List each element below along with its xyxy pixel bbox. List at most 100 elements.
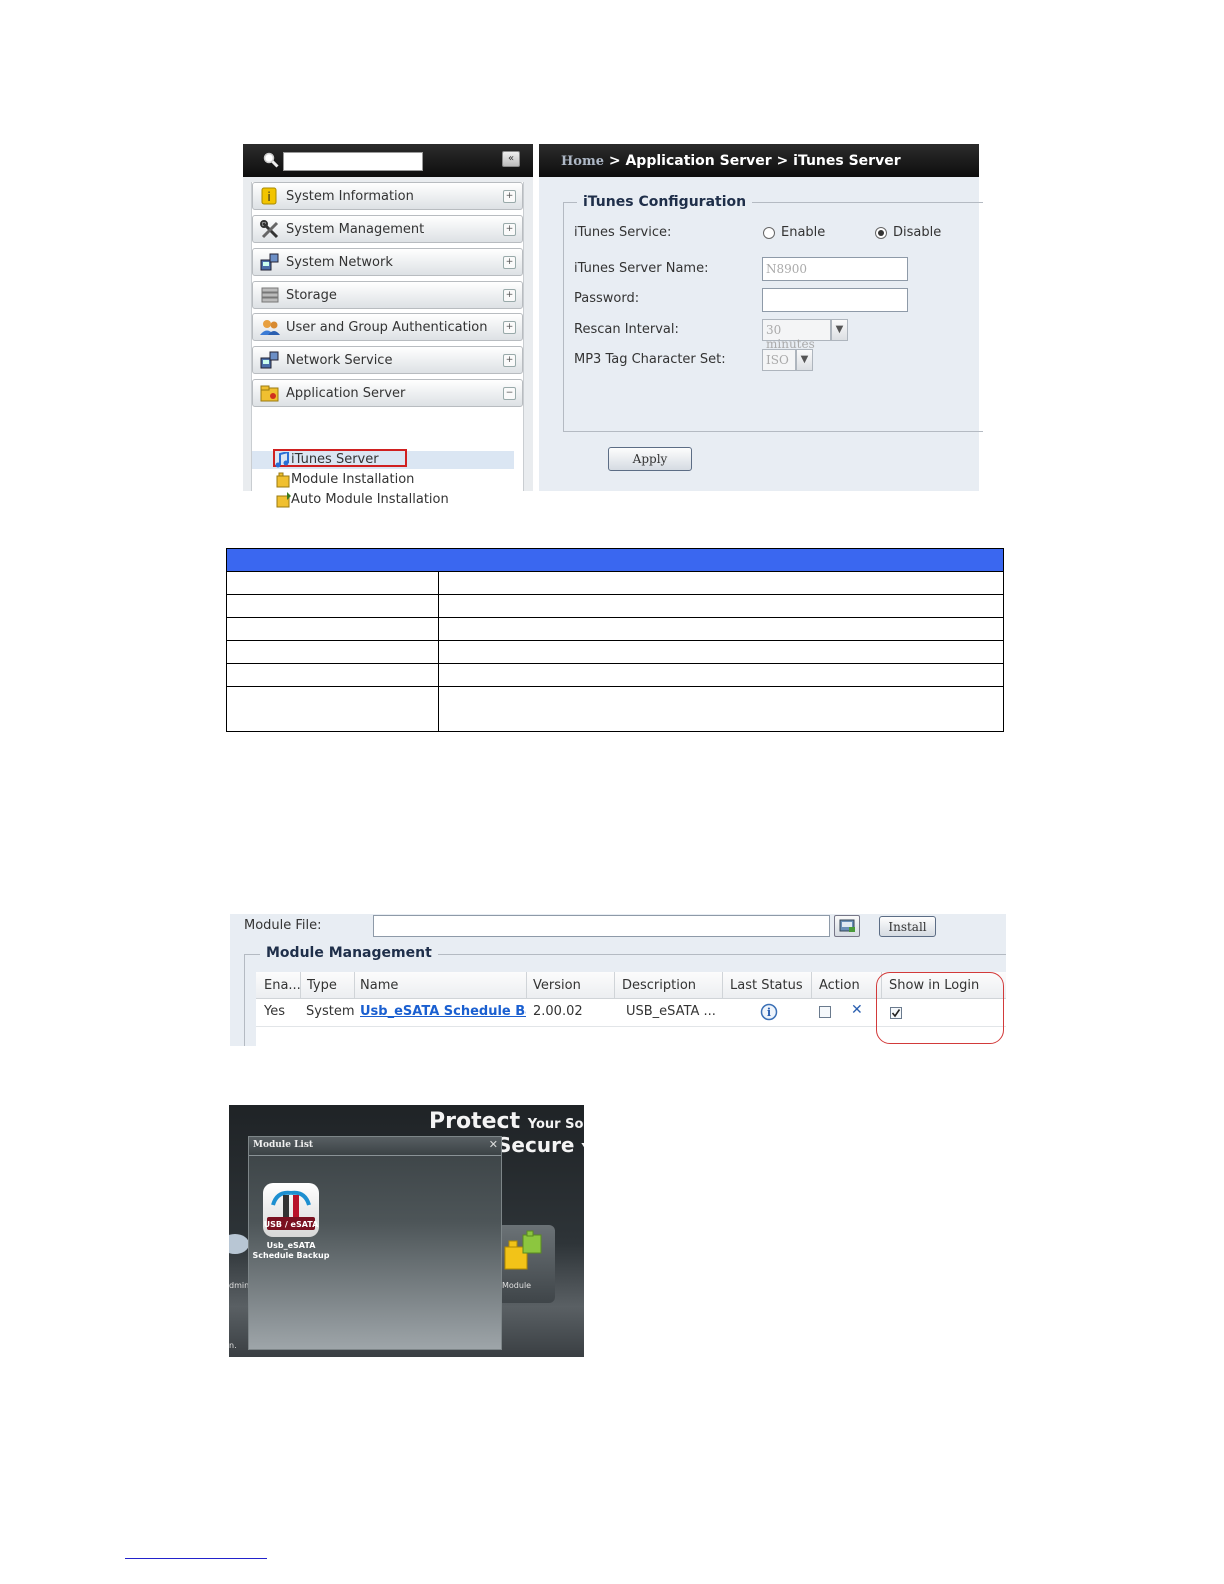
- column-header-version[interactable]: Version: [533, 978, 581, 993]
- cell-enabled: Yes: [264, 1004, 285, 1019]
- table-row: [226, 571, 1004, 595]
- auto-module-icon: [276, 492, 291, 508]
- search-bar: «: [243, 144, 533, 177]
- sidebar-item-label: Application Server: [286, 386, 406, 401]
- usb-esata-icon: USB / eSATA: [264, 1190, 319, 1230]
- breadcrumb-home-link[interactable]: Home: [561, 154, 604, 169]
- breadcrumb-current-page: iTunes Server: [793, 153, 901, 169]
- password-input[interactable]: [762, 288, 908, 312]
- svg-text:USB / eSATA: USB / eSATA: [264, 1220, 319, 1229]
- expand-icon[interactable]: +: [503, 223, 516, 236]
- tools-icon: [260, 220, 279, 239]
- column-header-last-status[interactable]: Last Status: [730, 978, 803, 993]
- breadcrumb: Home > Application Server > iTunes Serve…: [561, 153, 901, 169]
- users-icon: [260, 320, 280, 335]
- collapse-panel-button[interactable]: «: [502, 151, 520, 167]
- module-blocks-icon: [504, 1230, 542, 1270]
- search-input[interactable]: [283, 152, 423, 171]
- module-file-label: Module File:: [244, 918, 322, 933]
- sidebar-item-system-network[interactable]: System Network +: [252, 248, 523, 276]
- enable-radio[interactable]: [763, 227, 775, 239]
- sidebar-subitem-label: Module Installation: [291, 472, 415, 487]
- table-row: [226, 663, 1004, 687]
- application-server-icon: [260, 385, 279, 402]
- expand-icon[interactable]: +: [503, 256, 516, 269]
- expand-icon[interactable]: +: [503, 354, 516, 367]
- search-icon: [263, 152, 279, 168]
- expand-icon[interactable]: +: [503, 289, 516, 302]
- collapse-icon[interactable]: −: [503, 387, 516, 400]
- password-label: Password:: [574, 291, 640, 306]
- browse-icon: [839, 919, 855, 932]
- chevron-down-icon[interactable]: ▼: [796, 349, 813, 371]
- admin-label: dmin: [229, 1281, 250, 1290]
- sidebar-item-label: System Management: [286, 222, 425, 237]
- cell-type: System: [306, 1004, 355, 1019]
- rescan-interval-select[interactable]: 30 minutes: [762, 319, 831, 351]
- usb-esata-app-icon[interactable]: USB / eSATA: [263, 1183, 319, 1237]
- chevron-down-icon[interactable]: ▼: [831, 319, 848, 341]
- browse-button[interactable]: [834, 915, 860, 937]
- column-header-enabled[interactable]: Ena...: [264, 978, 301, 993]
- breadcrumb-section[interactable]: Application Server: [625, 153, 771, 169]
- apply-button[interactable]: Apply: [608, 447, 692, 471]
- sidebar-item-network-service[interactable]: Network Service +: [252, 346, 523, 374]
- sidebar-menu: i System Information + System Management…: [251, 182, 524, 508]
- content-panel: Home > Application Server > iTunes Serve…: [539, 144, 983, 491]
- column-header-name[interactable]: Name: [360, 978, 398, 993]
- module-name-link[interactable]: Usb_eSATA Schedule Ba: [360, 1004, 526, 1019]
- column-header-description[interactable]: Description: [622, 978, 696, 993]
- sidebar-item-label: System Information: [286, 189, 414, 204]
- info-icon: i: [261, 187, 277, 205]
- dialog-title-bar: Module List ✕: [249, 1137, 501, 1156]
- sidebar-item-storage[interactable]: Storage +: [252, 281, 523, 309]
- rescan-interval-label: Rescan Interval:: [574, 322, 679, 337]
- storage-icon: [261, 287, 279, 303]
- banner-text: Protect Your Sourc: [429, 1109, 584, 1134]
- close-icon[interactable]: ✕: [489, 1138, 498, 1151]
- column-header-type[interactable]: Type: [307, 978, 337, 993]
- info-icon[interactable]: i: [760, 1003, 778, 1021]
- sidebar-item-application-server[interactable]: Application Server −: [252, 379, 523, 407]
- expand-icon[interactable]: +: [503, 321, 516, 334]
- module-list-dialog: Module List ✕ USB / eSATA Usb_eSATA Sche…: [248, 1136, 502, 1350]
- svg-text:i: i: [267, 190, 270, 204]
- music-note-icon: [275, 452, 289, 468]
- module-label: Module: [502, 1281, 532, 1290]
- sidebar-item-system-management[interactable]: System Management +: [252, 215, 523, 243]
- sidebar-item-system-information[interactable]: i System Information +: [252, 182, 523, 210]
- action-checkbox[interactable]: [819, 1006, 831, 1018]
- disable-radio[interactable]: [875, 227, 887, 239]
- module-management-legend: Module Management: [260, 945, 438, 961]
- module-file-input[interactable]: [373, 915, 830, 937]
- disable-label: Disable: [893, 225, 942, 240]
- column-header-action[interactable]: Action: [819, 978, 860, 993]
- breadcrumb-separator: >: [608, 153, 621, 169]
- mp3-charset-select[interactable]: ISO: [762, 349, 796, 371]
- sidebar-item-label: User and Group Authentication: [286, 320, 488, 335]
- network-icon: [260, 253, 279, 271]
- breadcrumb-bar: Home > Application Server > iTunes Serve…: [539, 144, 979, 177]
- login-module-list-screenshot: Protect Your Sourc Secure Yo dmin Module…: [229, 1105, 584, 1357]
- server-name-input[interactable]: N8900: [762, 257, 908, 281]
- description-table: [226, 548, 1004, 732]
- app-label: Usb_eSATA Schedule Backup: [252, 1241, 330, 1260]
- install-button[interactable]: Install: [879, 916, 936, 937]
- enable-label: Enable: [781, 225, 826, 240]
- banner-text: Secure Yo: [497, 1133, 584, 1157]
- dialog-title: Module List: [253, 1140, 314, 1150]
- table-row: [226, 686, 1004, 732]
- cell-description: USB_eSATA ...: [626, 1004, 716, 1019]
- expand-icon[interactable]: +: [503, 190, 516, 203]
- svg-text:i: i: [767, 1006, 771, 1019]
- module-icon: [276, 472, 290, 488]
- sidebar-subitem-label: Auto Module Installation: [291, 492, 449, 507]
- server-name-label: iTunes Server Name:: [574, 261, 709, 276]
- highlight-oval: [876, 972, 1004, 1044]
- network-service-icon: [260, 351, 279, 369]
- sidebar-item-label: Network Service: [286, 353, 393, 368]
- breadcrumb-separator: >: [776, 153, 789, 169]
- sidebar-item-user-group-authentication[interactable]: User and Group Authentication +: [252, 313, 523, 341]
- module-management-screenshot: Module File: Install Module Management E…: [230, 914, 1006, 1046]
- delete-icon[interactable]: ✕: [851, 1002, 863, 1018]
